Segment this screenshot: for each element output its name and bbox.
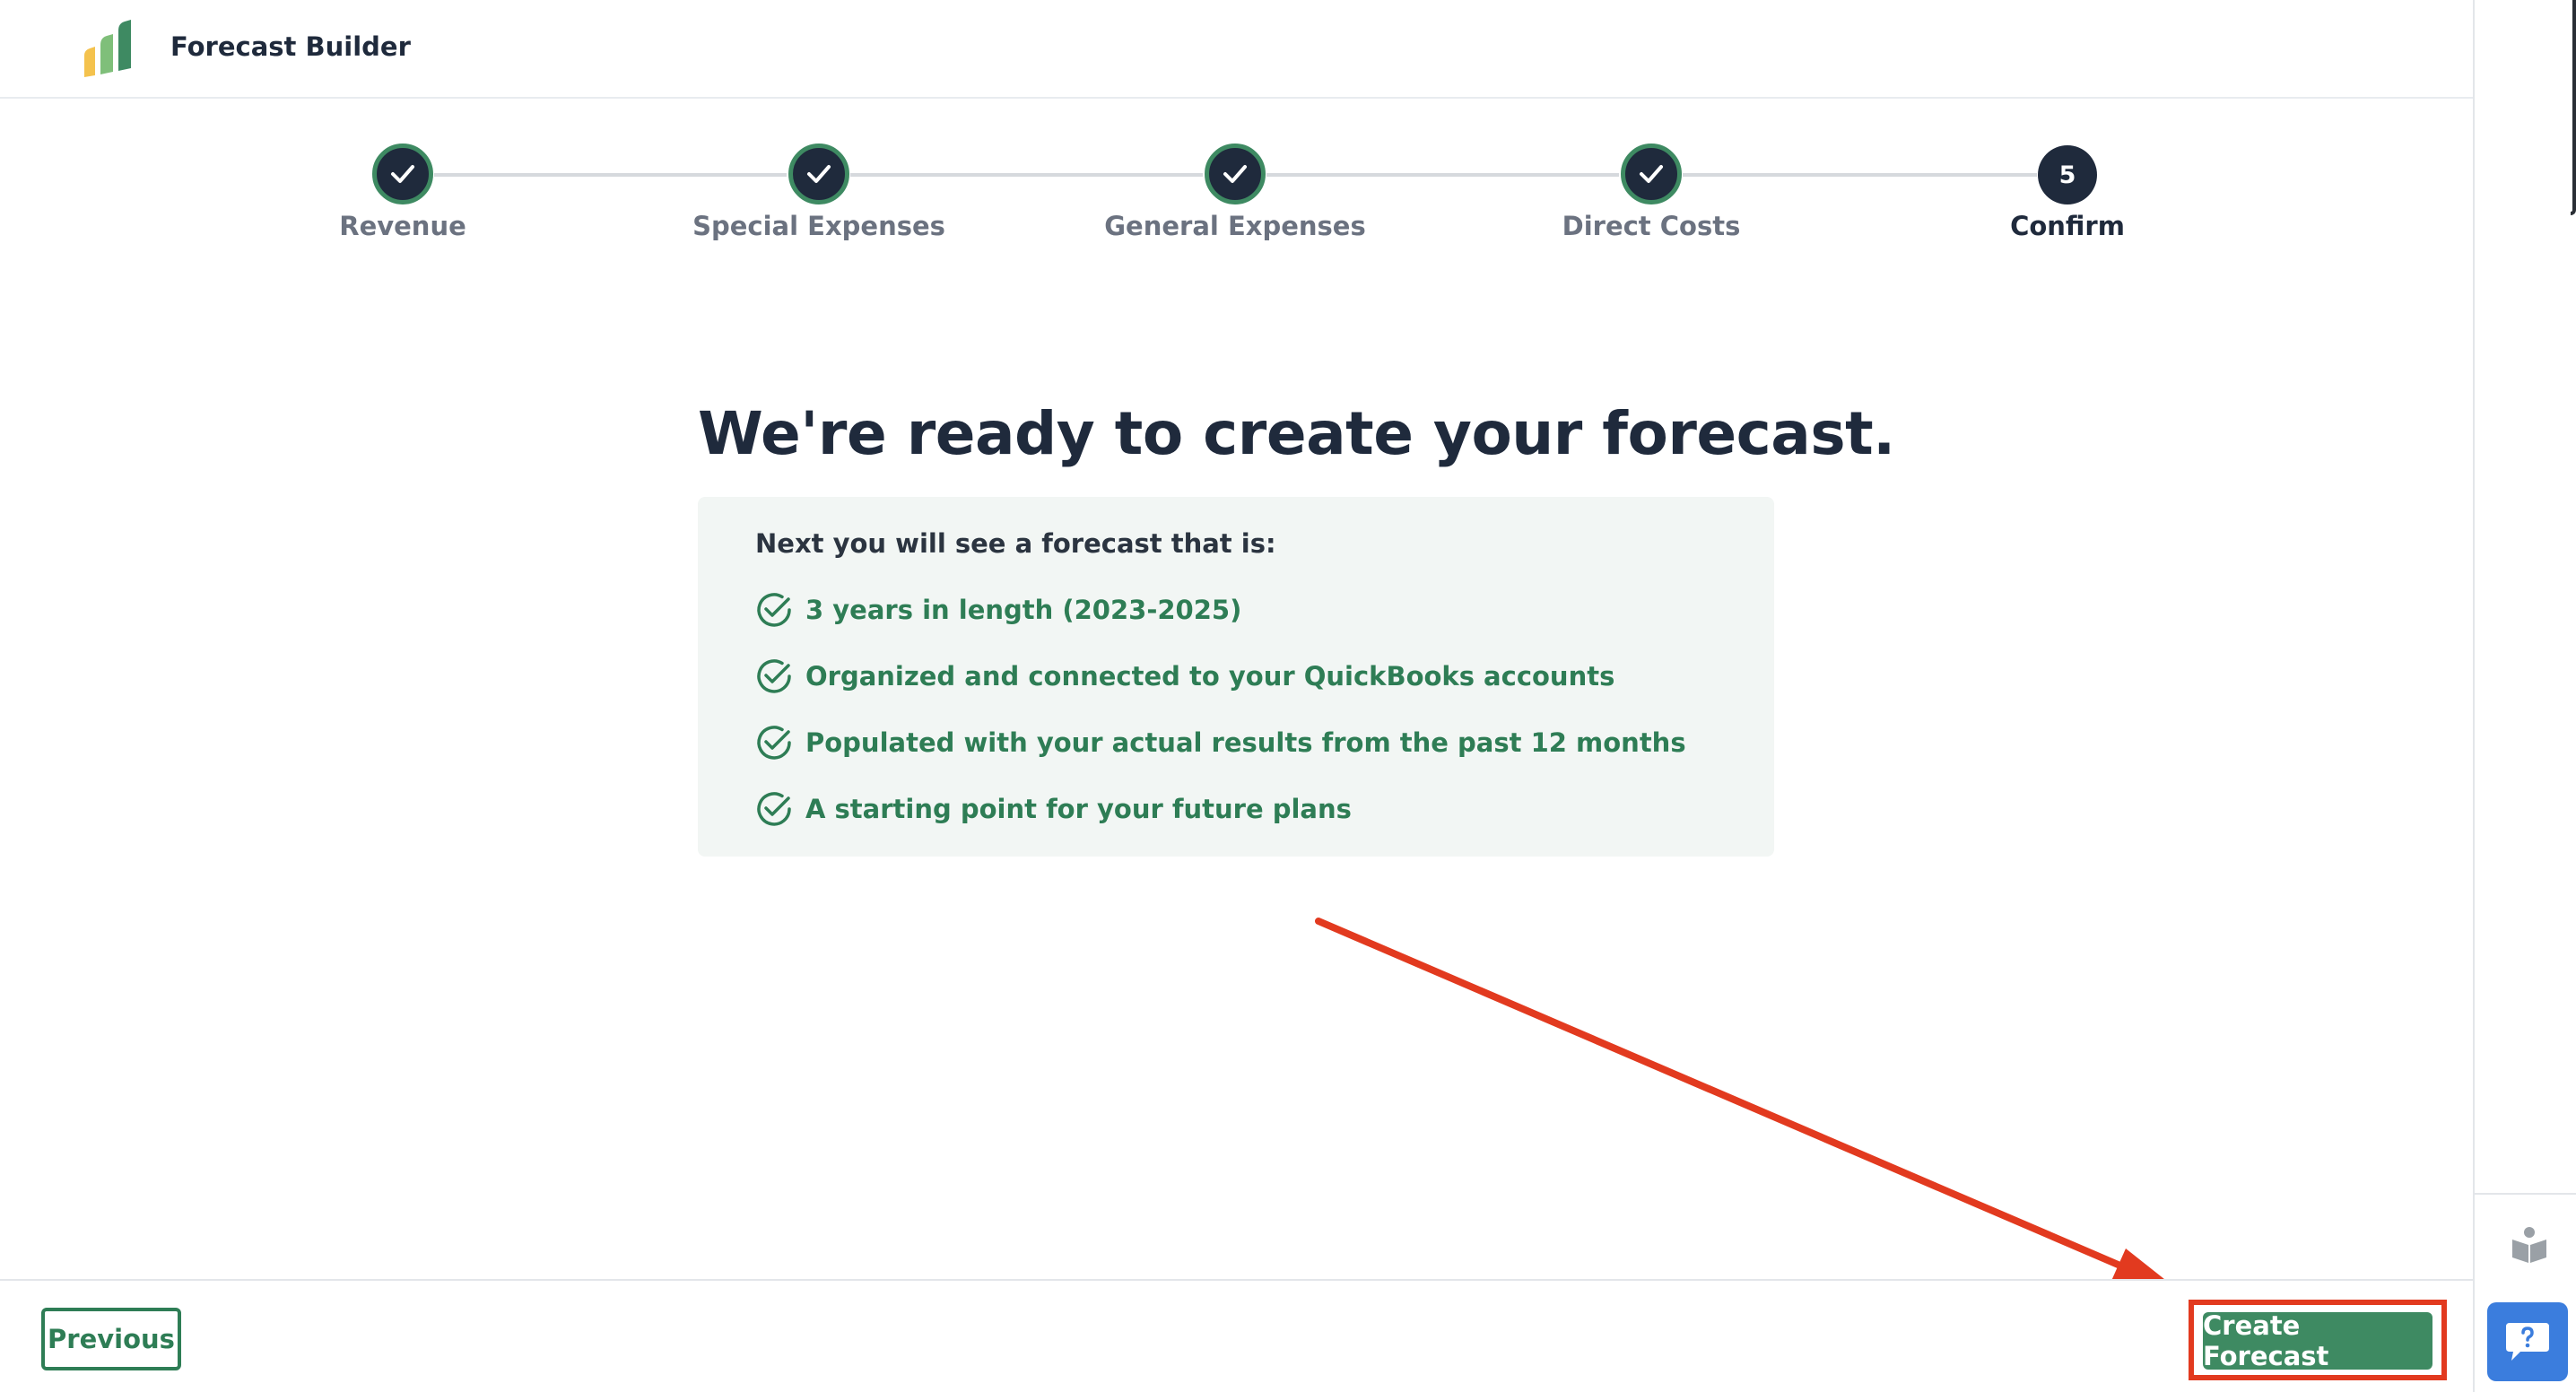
footer-bar: Previous Create Forecast [0,1279,2473,1392]
checklist-item-text: 3 years in length (2023-2025) [805,595,1242,625]
step-connector [1266,173,1619,177]
right-rail [2473,0,2576,1392]
checklist-item: Populated with your actual results from … [755,723,1686,762]
checklist-item-text: A starting point for your future plans [805,794,1352,824]
book-icon[interactable] [2510,1225,2549,1265]
checkmark-icon [1640,165,1663,183]
step-label-direct-costs: Direct Costs [1562,211,1741,241]
checklist-item: 3 years in length (2023-2025) [755,590,1241,630]
forecast-summary-card: Next you will see a forecast that is: 3 … [698,497,1774,857]
forecast-builder-app: Forecast Builder Revenue Special Expense… [0,0,2576,1392]
step-label-confirm: Confirm [2010,211,2125,241]
summary-intro: Next you will see a forecast that is: [755,528,1276,559]
circle-check-icon [757,792,791,826]
rail-scroll-edge [2571,0,2576,215]
step-revenue-complete [372,144,433,204]
circle-check-icon [757,659,791,693]
checkmark-icon [391,165,414,183]
checkmark-icon [807,165,831,183]
page-headline: We're ready to create your forecast. [698,399,1895,468]
step-label-general-expenses: General Expenses [1104,211,1366,241]
step-label-revenue: Revenue [339,211,466,241]
checklist-item: A starting point for your future plans [755,789,1352,829]
step-connector [1683,173,2037,177]
checkmark-icon [1223,165,1247,183]
step-confirm-current: 5 [2038,145,2097,204]
help-chat-button[interactable] [2487,1302,2568,1381]
create-forecast-button[interactable]: Create Forecast [2203,1310,2432,1371]
step-direct-costs-complete [1621,144,1682,204]
checklist-item-text: Organized and connected to your QuickBoo… [805,661,1615,692]
checklist-item-text: Populated with your actual results from … [805,727,1686,758]
step-connector [850,173,1203,177]
step-label-special-expenses: Special Expenses [692,211,945,241]
rail-divider [2475,1193,2576,1195]
circle-check-icon [757,726,791,760]
step-general-expenses-complete [1205,144,1266,204]
progress-stepper: Revenue Special Expenses General Expense… [0,0,2473,269]
previous-button[interactable]: Previous [41,1308,181,1370]
circle-check-icon [757,593,791,627]
step-connector [434,173,787,177]
help-chat-icon [2506,1323,2549,1361]
checklist-item: Organized and connected to your QuickBoo… [755,657,1614,696]
step-special-expenses-complete [788,144,849,204]
